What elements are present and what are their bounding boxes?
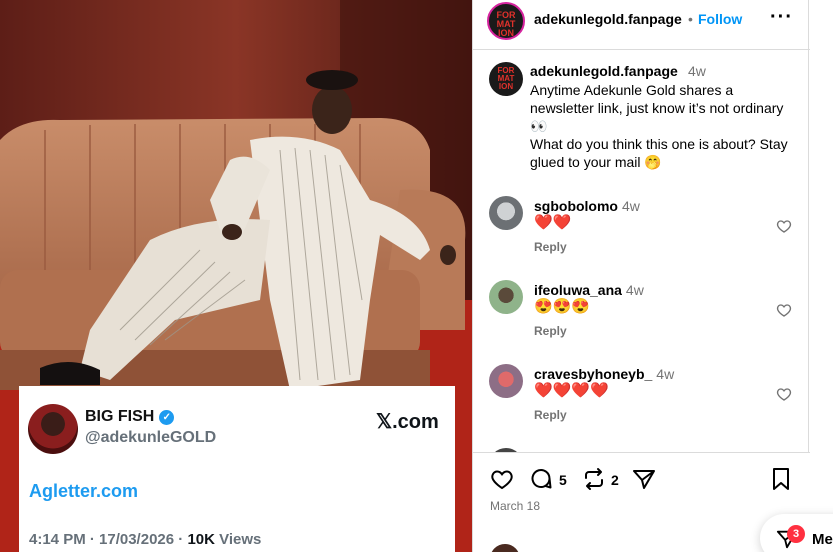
share-send-icon[interactable]	[632, 467, 656, 491]
heart-icon[interactable]	[776, 386, 792, 402]
tweet-card[interactable]: BIG FISH ✓ @adekunleGOLD 𝕏.com Agletter.c…	[19, 386, 455, 552]
unread-badge: 3	[787, 525, 805, 543]
post-media[interactable]: BIG FISH ✓ @adekunleGOLD 𝕏.com Agletter.c…	[0, 0, 472, 552]
comment-username[interactable]: cravesbyhoneyb_ 4w	[534, 366, 674, 382]
instagram-post-window: BIG FISH ✓ @adekunleGOLD 𝕏.com Agletter.c…	[0, 0, 833, 552]
header-separator: •	[688, 11, 693, 27]
comment-bubble-icon[interactable]	[529, 467, 553, 491]
header-username[interactable]: adekunlegold.fanpage	[534, 11, 682, 27]
reply-button[interactable]: Reply	[534, 324, 567, 338]
avatar-text-line: ION	[498, 82, 514, 91]
reply-button[interactable]: Reply	[534, 408, 567, 422]
heart-icon[interactable]	[776, 218, 792, 234]
comment-text: 😍😍😍	[534, 298, 591, 315]
save-bookmark-icon[interactable]	[769, 467, 793, 491]
commenter-avatar[interactable]	[489, 364, 523, 398]
comment-item: cravesbyhoneyb_ 4w ❤️❤️❤️❤️ Reply	[473, 362, 810, 442]
post-side-panel: FOR MAT ION adekunlegold.fanpage • Follo…	[472, 0, 810, 552]
messages-label[interactable]: Me	[812, 531, 833, 548]
heart-icon[interactable]	[776, 302, 792, 318]
comment-username[interactable]: sgbobolomo 4w	[534, 198, 640, 214]
comment-time: 4w	[656, 366, 675, 382]
follow-button[interactable]: Follow	[698, 11, 742, 27]
comment-username[interactable]: ifeoluwa_ana 4w	[534, 282, 644, 298]
caption-username[interactable]: adekunlegold.fanpage	[530, 63, 678, 79]
commenter-avatar[interactable]	[489, 280, 523, 314]
verified-badge-icon: ✓	[159, 410, 175, 425]
comment-time: 4w	[625, 282, 644, 298]
avatar-text-line: ION	[497, 28, 514, 38]
comment-time: 4w	[622, 198, 640, 214]
caption-time: 4w	[688, 63, 706, 79]
comment-item: sgbobolomo 4w ❤️❤️ Reply	[473, 194, 810, 274]
more-horizontal-icon[interactable]: ···	[770, 6, 793, 29]
repost-count: 2	[611, 472, 619, 488]
repost-icon[interactable]	[582, 467, 606, 491]
viewer-avatar	[490, 544, 520, 552]
commenter-avatar[interactable]	[489, 196, 523, 230]
tweet-meta: 4:14 PM · 17/03/2026 · 10K Views	[29, 531, 262, 548]
comment-text: ❤️❤️	[534, 214, 572, 231]
comment-text: ❤️❤️❤️❤️	[534, 382, 609, 399]
tweet-avatar	[28, 404, 78, 454]
post-header: FOR MAT ION adekunlegold.fanpage • Follo…	[473, 0, 810, 50]
post-date: March 18	[490, 499, 541, 513]
comment-count: 5	[559, 472, 567, 488]
like-heart-icon[interactable]	[490, 467, 514, 491]
comment-item: ifeoluwa_ana 4w 😍😍😍 Reply	[473, 278, 810, 358]
reply-button[interactable]: Reply	[534, 240, 567, 254]
caption-text: Anytime Adekunle Gold shares a newslette…	[530, 82, 788, 170]
tweet-link[interactable]: Agletter.com	[29, 481, 138, 502]
tweet-display-name: BIG FISH ✓	[85, 408, 175, 426]
account-avatar[interactable]: FOR MAT ION	[487, 2, 525, 40]
x-logo-source: 𝕏.com	[376, 411, 439, 433]
tweet-handle: @adekunleGOLD	[85, 429, 217, 446]
caption-avatar[interactable]: FOR MAT ION	[489, 62, 523, 96]
